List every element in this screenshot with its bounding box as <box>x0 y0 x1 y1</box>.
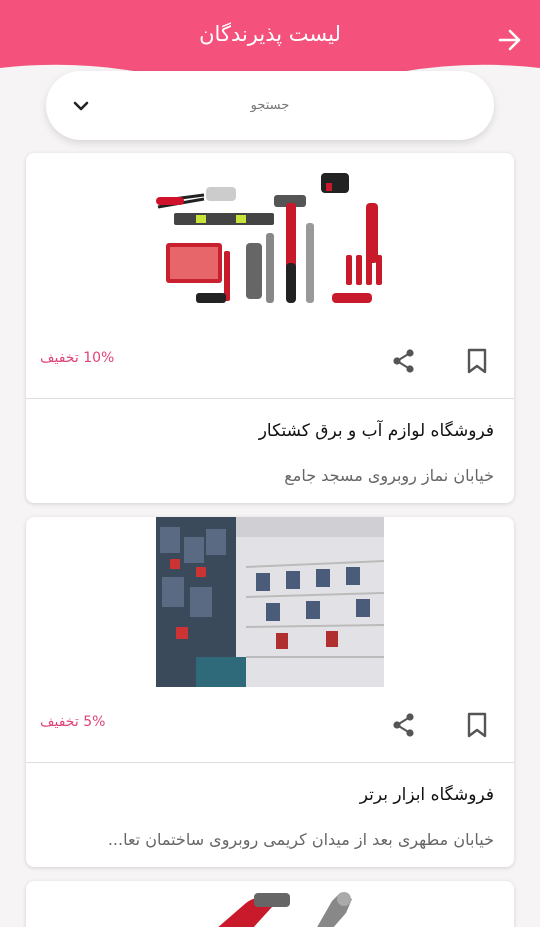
tools-set-image <box>156 163 384 323</box>
merchant-title: فروشگاه ابزار برتر <box>359 785 494 805</box>
merchant-card[interactable]: 5% تخفیف فروشگاه ابزار برتر خیابان مطهری… <box>26 517 514 867</box>
merchant-title: فروشگاه لوازم آب و برق کشتکار <box>258 421 494 441</box>
app-header: لیست پذیرندگان <box>0 0 540 82</box>
chevron-down-icon <box>70 95 92 117</box>
share-icon[interactable] <box>390 711 418 739</box>
card-actions: 5% تخفیف <box>26 700 514 750</box>
back-arrow-icon[interactable] <box>496 26 524 54</box>
search-dropdown[interactable]: جستجو <box>46 71 494 140</box>
discount-badge: 10% تخفیف <box>40 350 115 366</box>
discount-badge: 5% تخفیف <box>40 714 106 730</box>
merchant-card[interactable] <box>26 881 514 927</box>
merchant-card[interactable]: 10% تخفیف فروشگاه لوازم آب و برق کشتکار … <box>26 153 514 503</box>
merchant-address: خیابان نماز روبروی مسجد جامع <box>284 466 494 485</box>
card-divider <box>26 762 514 763</box>
hammer-wrench-image <box>156 889 384 927</box>
search-placeholder: جستجو <box>250 98 290 113</box>
bookmark-icon[interactable] <box>464 711 490 739</box>
merchant-address: خیابان مطهری بعد از میدان کریمی روبروی س… <box>107 830 494 849</box>
card-actions: 10% تخفیف <box>26 336 514 386</box>
tool-shop-shelves-image <box>156 517 385 687</box>
page-title: لیست پذیرندگان <box>199 22 341 46</box>
bookmark-icon[interactable] <box>464 347 490 375</box>
card-divider <box>26 398 514 399</box>
share-icon[interactable] <box>390 347 418 375</box>
